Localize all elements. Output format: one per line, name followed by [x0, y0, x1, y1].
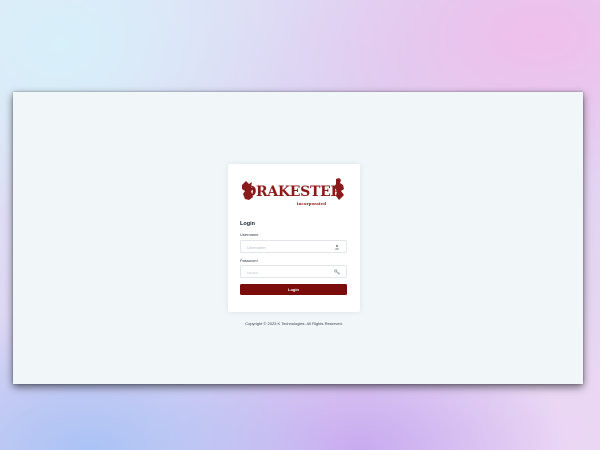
username-label: Username [240, 232, 259, 237]
logo-tagline: Incorporated [297, 201, 327, 206]
key-icon [334, 269, 340, 275]
username-input[interactable] [241, 241, 335, 253]
password-input[interactable] [241, 266, 335, 278]
login-card: DRAKESTER Incorporated Login Username Pa… [228, 164, 360, 312]
password-field-wrapper [240, 265, 347, 278]
browser-viewport: DRAKESTER Incorporated Login Username Pa… [13, 92, 583, 384]
password-label: Password [240, 258, 258, 263]
username-field-wrapper [240, 240, 347, 253]
logo-wordmark: DRAKESTER [244, 184, 342, 200]
copyright-text: Copyright © 2023 K Technologies. All Rig… [245, 321, 343, 326]
login-heading: Login [240, 221, 255, 227]
drakester-logo: DRAKESTER Incorporated [242, 178, 344, 206]
login-button[interactable]: Login [240, 284, 347, 295]
user-icon [334, 244, 340, 250]
